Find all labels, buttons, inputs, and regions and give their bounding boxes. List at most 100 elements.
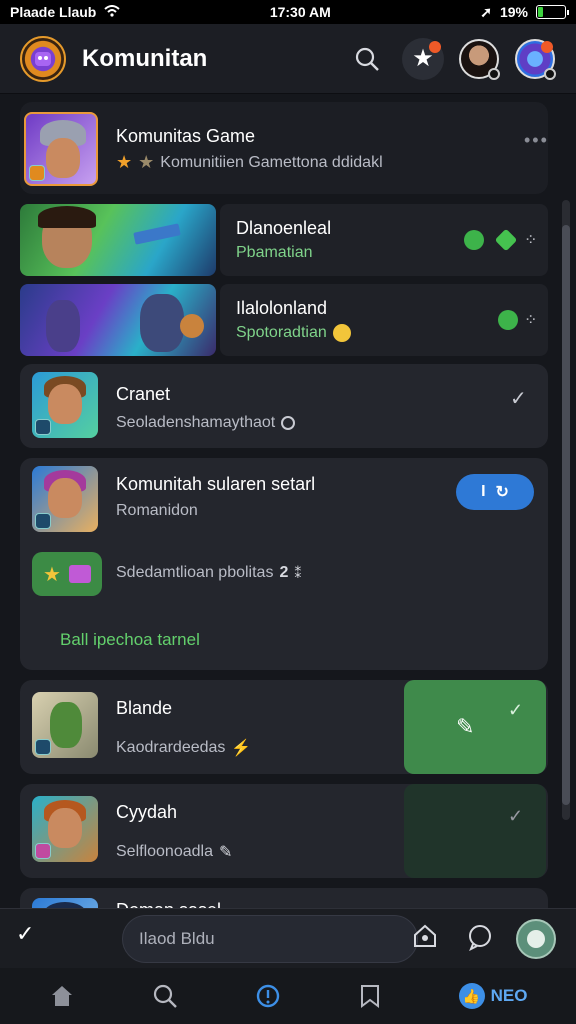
banner-subtitle: Pbamatian (236, 244, 313, 261)
sparkle-icon: ⚡ (231, 740, 252, 757)
list-item-thumbnail (32, 796, 98, 862)
battery-percent: 19% (499, 4, 528, 20)
star-icon: ★ (138, 152, 155, 172)
clock: 17:30 AM (269, 4, 331, 20)
community-title: Komunitas Game (116, 126, 256, 146)
tag-chip[interactable]: ★ (32, 552, 102, 596)
list-item-badge-icon (35, 843, 51, 859)
join-button[interactable]: I ↻ (456, 474, 534, 510)
community-rating: ★ ★ Komunitiien Gamettona ddidakl (116, 152, 383, 173)
home-badge-icon[interactable] (412, 923, 438, 955)
status-badge (544, 67, 556, 80)
community-card[interactable]: Komunitas Game ★ ★ Komunitiien Gamettona… (20, 102, 548, 194)
list-item-title: Komunitah sularen setarl (116, 474, 316, 494)
smiley-icon (332, 324, 351, 342)
wifi-icon (104, 4, 121, 20)
community-thumbnail (24, 112, 98, 186)
edit-icon: ✎ (456, 714, 475, 739)
search-icon (355, 47, 379, 71)
notification-dot (429, 40, 441, 53)
status-bar: Plaade Llaub 17:30 AM ➚ 19% (0, 0, 576, 24)
people-icon: ⁑ (294, 564, 302, 581)
info-icon (281, 416, 296, 430)
compose-bar: ✓ Ilaod Bldu (0, 908, 576, 968)
star-icon: ★ (116, 152, 133, 172)
banner-subtitle: Spotoradtian (236, 324, 327, 341)
list-item-badge-icon (35, 739, 51, 755)
banner-info: Dlanoenleal Pbamatian ⁘ (220, 204, 548, 276)
tag-count: 2 (279, 564, 289, 581)
star-icon: ★ (43, 563, 61, 586)
community-subtitle: Komunitiien Gamettona ddidakl (160, 153, 383, 171)
gem-icon (498, 310, 518, 330)
profile-avatar-button[interactable] (458, 38, 500, 80)
list-item-subtitle: Selfloonoadla (116, 843, 213, 860)
list-item[interactable]: Cranet Seoladenshamaythaot ✓ (20, 364, 548, 448)
list-item[interactable]: Cyydah Selfloonoadla ✎ ✓ (20, 784, 548, 878)
gem-icon (464, 230, 484, 250)
banner-title: Ilalolonland (236, 298, 328, 318)
banner-title: Dlanoenleal (236, 218, 332, 238)
list-item[interactable]: Blande Kaodrardeedas ⚡ ✎ ✓ (20, 680, 548, 774)
banner-card[interactable]: Ilalolonland Spotoradtian ⁘ (20, 284, 548, 356)
nav-home[interactable] (49, 983, 75, 1009)
list-item-thumbnail (32, 466, 98, 532)
alert-icon (256, 984, 279, 1008)
scrollbar-thumb[interactable] (562, 225, 570, 805)
check-icon: ✓ (508, 806, 524, 826)
list-item-badge-icon (35, 513, 51, 529)
nav-alerts[interactable] (255, 983, 281, 1009)
list-item-thumbnail (32, 372, 98, 438)
pencil-icon: ✎ (218, 844, 233, 861)
list-item-expanded[interactable]: Komunitah sularen setarl Romanidon I ↻ ★… (20, 458, 548, 670)
banner-card[interactable]: Dlanoenleal Pbamatian ⁘ (20, 204, 548, 276)
favorites-button[interactable]: ★ (402, 37, 444, 80)
banner-image (20, 284, 216, 356)
user-icon (527, 930, 545, 948)
more-options-icon[interactable]: ••• (524, 130, 549, 151)
user-avatar-button[interactable] (516, 919, 556, 959)
bookmark-icon (360, 985, 379, 1008)
list-item-title: Cyydah (116, 802, 178, 822)
list-item-title: Blande (116, 698, 173, 718)
more-options-icon[interactable]: ⁘ (524, 310, 537, 330)
chat-icon[interactable] (466, 923, 494, 957)
list-item-subtitle: Kaodrardeedas (116, 739, 226, 756)
list-item-subtitle: Romanidon (116, 502, 198, 519)
list-item-badge-icon (35, 419, 51, 435)
expanded-link[interactable]: Ball ipechoa tarnel (60, 630, 200, 650)
bottom-nav: 👍 NEO (0, 968, 576, 1024)
secondary-avatar-button[interactable] (514, 38, 556, 80)
mail-icon (68, 565, 91, 583)
list-item-thumbnail (32, 692, 98, 758)
search-button[interactable] (346, 38, 388, 80)
home-icon (51, 986, 72, 1006)
search-icon (153, 984, 177, 1008)
community-badge-icon (29, 165, 45, 181)
refresh-icon: ↻ (495, 484, 509, 501)
status-badge (488, 67, 500, 80)
compose-input[interactable]: Ilaod Bldu (122, 915, 418, 963)
action-panel[interactable]: ✎ ✓ (404, 680, 546, 774)
check-icon[interactable]: ✓ (16, 921, 34, 947)
battery-icon (535, 5, 569, 19)
diamond-icon (494, 228, 518, 252)
tag-text: Sdedamtlioan pbolitas (116, 564, 274, 581)
check-icon: ✓ (508, 700, 524, 720)
app-logo[interactable] (20, 35, 66, 82)
banner-info: Ilalolonland Spotoradtian ⁘ (220, 284, 548, 356)
app-header: Komunitan ★ (0, 24, 576, 94)
check-icon[interactable]: ✓ (510, 386, 527, 411)
action-panel[interactable]: ✓ (404, 784, 546, 878)
more-options-icon[interactable]: ⁘ (524, 230, 537, 250)
nav-feed[interactable]: 👍 NEO (458, 983, 528, 1009)
nav-bookmarks[interactable] (358, 983, 382, 1009)
notification-dot (541, 40, 553, 53)
nav-feed-label: NEO (490, 986, 528, 1005)
banner-image (20, 204, 216, 276)
join-button-label: I (481, 483, 486, 500)
carrier-label: Plaade Llaub (10, 4, 97, 20)
page-title: Komunitan (82, 44, 208, 72)
list-item-title: Cranet (116, 384, 171, 404)
nav-search[interactable] (152, 983, 178, 1009)
